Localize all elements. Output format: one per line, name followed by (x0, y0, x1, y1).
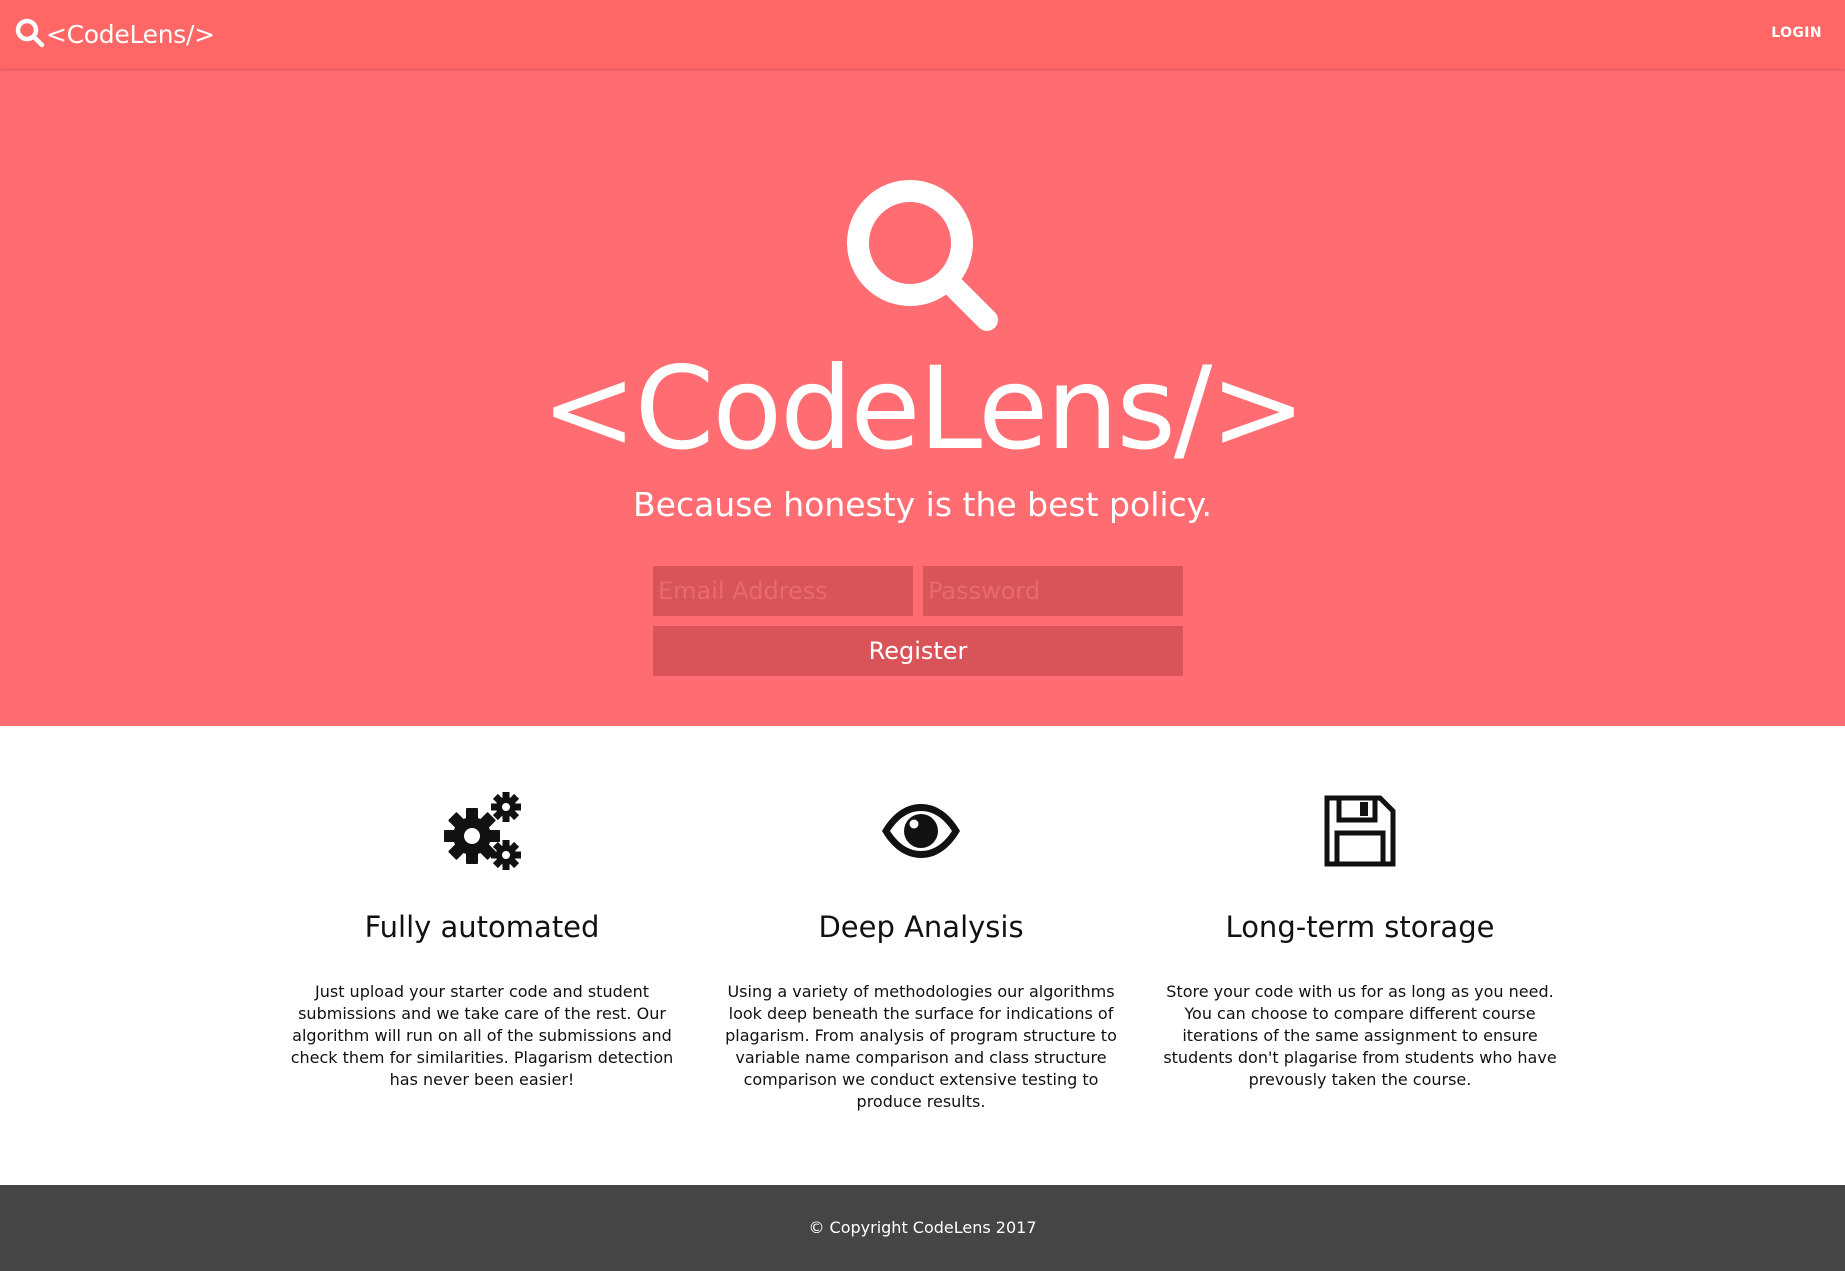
hero-title: <CodeLens/> (541, 342, 1306, 475)
password-field[interactable] (923, 566, 1183, 616)
feature-title: Fully automated (364, 910, 600, 944)
brand-text: <CodeLens/> (46, 19, 215, 49)
copyright-text: © Copyright CodeLens 2017 (808, 1218, 1037, 1237)
navbar: <CodeLens/> LOGIN (0, 0, 1845, 69)
eye-icon (882, 804, 960, 858)
login-link[interactable]: LOGIN (1771, 25, 1822, 41)
feature-description: Just upload your starter code and studen… (290, 982, 674, 1089)
footer: © Copyright CodeLens 2017 (0, 1185, 1845, 1271)
features-section: Fully automated Just upload your starter… (0, 726, 1845, 1185)
search-icon (15, 18, 45, 48)
feature-title: Long-term storage (1225, 910, 1495, 944)
hero-section: <CodeLens/> Because honesty is the best … (0, 69, 1845, 726)
feature-title: Deep Analysis (818, 910, 1024, 944)
feature-description: Using a variety of methodologies our alg… (725, 982, 1117, 1111)
hero-tagline: Because honesty is the best policy. (633, 485, 1212, 524)
email-field[interactable] (653, 566, 913, 616)
gears-icon (444, 792, 521, 870)
brand-link[interactable]: <CodeLens/> (15, 14, 215, 54)
register-button[interactable]: Register (653, 626, 1183, 676)
feature-description: Store your code with us for as long as y… (1163, 982, 1557, 1089)
search-icon (847, 180, 998, 331)
save-icon (1324, 795, 1396, 867)
